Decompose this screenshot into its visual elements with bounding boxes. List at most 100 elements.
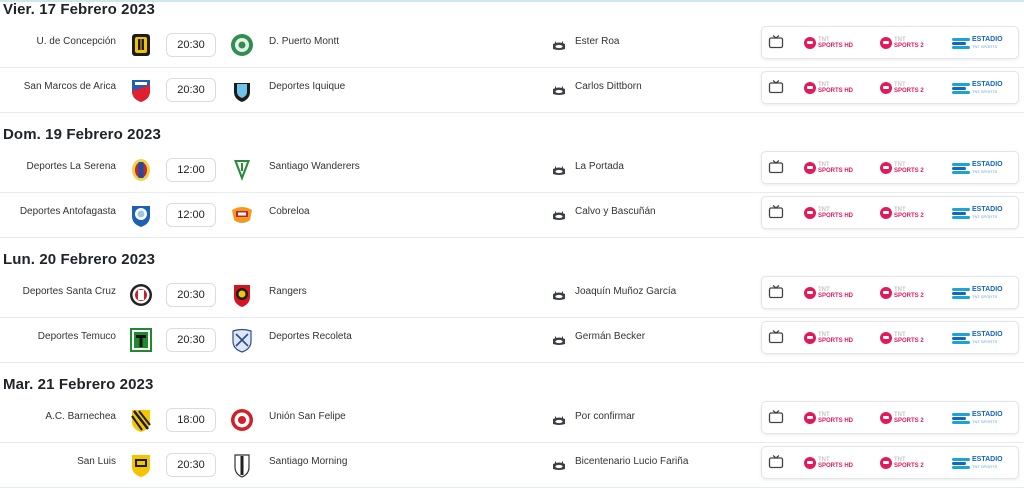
channel-label-bottom: SPORTS HD [818,418,854,424]
home-team-name[interactable]: San Marcos de Arica [24,81,116,92]
match-row[interactable]: Deportes Temuco 20:30 Deportes Recoleta Ger… [0,318,1024,363]
home-team-name[interactable]: Deportes Temuco [38,331,116,342]
match-time: 20:30 [166,33,216,57]
channel-logo-estadio-tnt[interactable]: ESTADIO TNT SPORTS [952,161,1003,175]
channel-logo-estadio-tnt[interactable]: ESTADIO TNT SPORTS [952,36,1003,50]
channel-logo-tnt-sports[interactable]: TNT SPORTS HD [804,81,853,95]
channel-label-top: ESTADIO [972,411,1003,418]
channel-label: TNT SPORTS HD [818,457,853,469]
tnt-logo-icon [880,287,892,299]
channel-logo-estadio-tnt[interactable]: ESTADIO TNT SPORTS [952,331,1003,345]
match-row[interactable]: Deportes La Serena 12:00 Santiago Wanderer… [0,148,1024,193]
away-team-crest-icon[interactable] [230,327,254,353]
away-team-name[interactable]: Santiago Wanderers [269,161,360,172]
channel-logo-tnt-sports[interactable]: TNT SPORTS 2 [880,206,924,220]
home-team-crest-icon[interactable] [129,407,153,433]
channel-logo-tnt-sports[interactable]: TNT SPORTS HD [804,286,853,300]
channel-label-bottom: TNT SPORTS [972,339,998,344]
away-team-crest-icon[interactable] [230,157,254,183]
stadium-icon [552,288,566,298]
estadio-logo-icon [952,333,970,344]
day-header: Dom. 19 Febrero 2023 [3,126,161,143]
channel-logo-tnt-sports[interactable]: TNT SPORTS HD [804,411,853,425]
channel-logo-estadio-tnt[interactable]: ESTADIO TNT SPORTS [952,206,1003,220]
tnt-logo-icon [880,332,892,344]
channel-label-bottom: SPORTS HD [818,293,854,299]
channel-label: ESTADIO TNT SPORTS [972,161,1003,175]
channel-label: ESTADIO TNT SPORTS [972,36,1003,50]
channel-logo-estadio-tnt[interactable]: ESTADIO TNT SPORTS [952,411,1003,425]
stadium-icon [552,38,566,48]
estadio-logo-icon [952,288,970,299]
stadium-name: Joaquín Muñoz García [575,286,677,297]
tv-icon [768,329,784,345]
away-team-crest-icon[interactable] [230,282,254,308]
stadium-icon [552,208,566,218]
channel-logo-tnt-sports[interactable]: TNT SPORTS HD [804,206,853,220]
home-team-crest-icon[interactable] [129,77,153,103]
away-team-name[interactable]: Deportes Iquique [269,81,345,92]
away-team-name[interactable]: Cobreloa [269,206,310,217]
away-team-name[interactable]: Santiago Morning [269,456,347,467]
channel-label-bottom: TNT SPORTS [972,294,998,299]
home-team-name[interactable]: Deportes Santa Cruz [23,286,116,297]
away-team-name[interactable]: Unión San Felipe [269,411,346,422]
channel-logo-tnt-sports[interactable]: TNT SPORTS HD [804,331,853,345]
broadcast-channels: TNT SPORTS HD TNT SPORTS 2 ESTADIO TNT SPORTS [761,151,1019,184]
channel-label-bottom: TNT SPORTS [972,169,998,174]
channel-logo-tnt-sports[interactable]: TNT SPORTS HD [804,161,853,175]
away-team-name[interactable]: Rangers [269,286,307,297]
channel-label-bottom: TNT SPORTS [972,419,998,424]
channel-label: TNT SPORTS HD [818,412,853,424]
channel-label: ESTADIO TNT SPORTS [972,81,1003,95]
channel-logo-tnt-sports[interactable]: TNT SPORTS 2 [880,331,924,345]
match-row[interactable]: San Luis 20:30 Santiago Morning Bicentenari… [0,443,1024,488]
channel-logo-tnt-sports[interactable]: TNT SPORTS 2 [880,456,924,470]
match-row[interactable]: Deportes Santa Cruz 20:30 Rangers Joaquín M… [0,273,1024,318]
channel-label: ESTADIO TNT SPORTS [972,411,1003,425]
channel-logo-estadio-tnt[interactable]: ESTADIO TNT SPORTS [952,456,1003,470]
stadium-name: La Portada [575,161,624,172]
tv-icon [768,79,784,95]
away-team-crest-icon[interactable] [230,452,254,478]
channel-logo-tnt-sports[interactable]: TNT SPORTS 2 [880,161,924,175]
channel-logo-tnt-sports[interactable]: TNT SPORTS 2 [880,36,924,50]
channel-label: TNT SPORTS HD [818,332,853,344]
home-team-name[interactable]: U. de Concepción [37,36,117,47]
channel-logo-estadio-tnt[interactable]: ESTADIO TNT SPORTS [952,286,1003,300]
match-time: 12:00 [166,203,216,227]
match-row[interactable]: San Marcos de Arica 20:30 Deportes Iquique… [0,68,1024,113]
home-team-name[interactable]: A.C. Barnechea [45,411,116,422]
channel-logo-tnt-sports[interactable]: TNT SPORTS 2 [880,81,924,95]
home-team-crest-icon[interactable] [129,32,153,58]
away-team-name[interactable]: Deportes Recoleta [269,331,352,342]
channel-logo-tnt-sports[interactable]: TNT SPORTS 2 [880,286,924,300]
away-team-crest-icon[interactable] [230,407,254,433]
away-team-crest-icon[interactable] [230,202,254,228]
channel-logo-tnt-sports[interactable]: TNT SPORTS 2 [880,411,924,425]
channel-logo-estadio-tnt[interactable]: ESTADIO TNT SPORTS [952,81,1003,95]
day-header: Lun. 20 Febrero 2023 [3,251,156,268]
channel-logo-tnt-sports[interactable]: TNT SPORTS HD [804,36,853,50]
channel-label: TNT SPORTS 2 [894,37,924,49]
tv-icon [768,284,784,300]
away-team-name[interactable]: D. Puerto Montt [269,36,339,47]
channel-label: TNT SPORTS 2 [894,207,924,219]
home-team-name[interactable]: Deportes La Serena [26,161,116,172]
home-team-crest-icon[interactable] [129,202,153,228]
home-team-crest-icon[interactable] [129,157,153,183]
home-team-crest-icon[interactable] [129,452,153,478]
away-team-crest-icon[interactable] [230,77,254,103]
away-team-crest-icon[interactable] [230,32,254,58]
match-row[interactable]: A.C. Barnechea 18:00 Unión San Felipe Por c… [0,398,1024,443]
home-team-crest-icon[interactable] [129,282,153,308]
match-row[interactable]: U. de Concepción 20:30 D. Puerto Montt Este… [0,23,1024,68]
channel-logo-tnt-sports[interactable]: TNT SPORTS HD [804,456,853,470]
home-team-name[interactable]: San Luis [77,456,116,467]
home-team-crest-icon[interactable] [129,327,153,353]
estadio-logo-icon [952,163,970,174]
home-team-name[interactable]: Deportes Antofagasta [20,206,116,217]
match-row[interactable]: Deportes Antofagasta 12:00 Cobreloa Calvo y… [0,193,1024,238]
estadio-logo-icon [952,413,970,424]
channel-label-top: ESTADIO [972,286,1003,293]
